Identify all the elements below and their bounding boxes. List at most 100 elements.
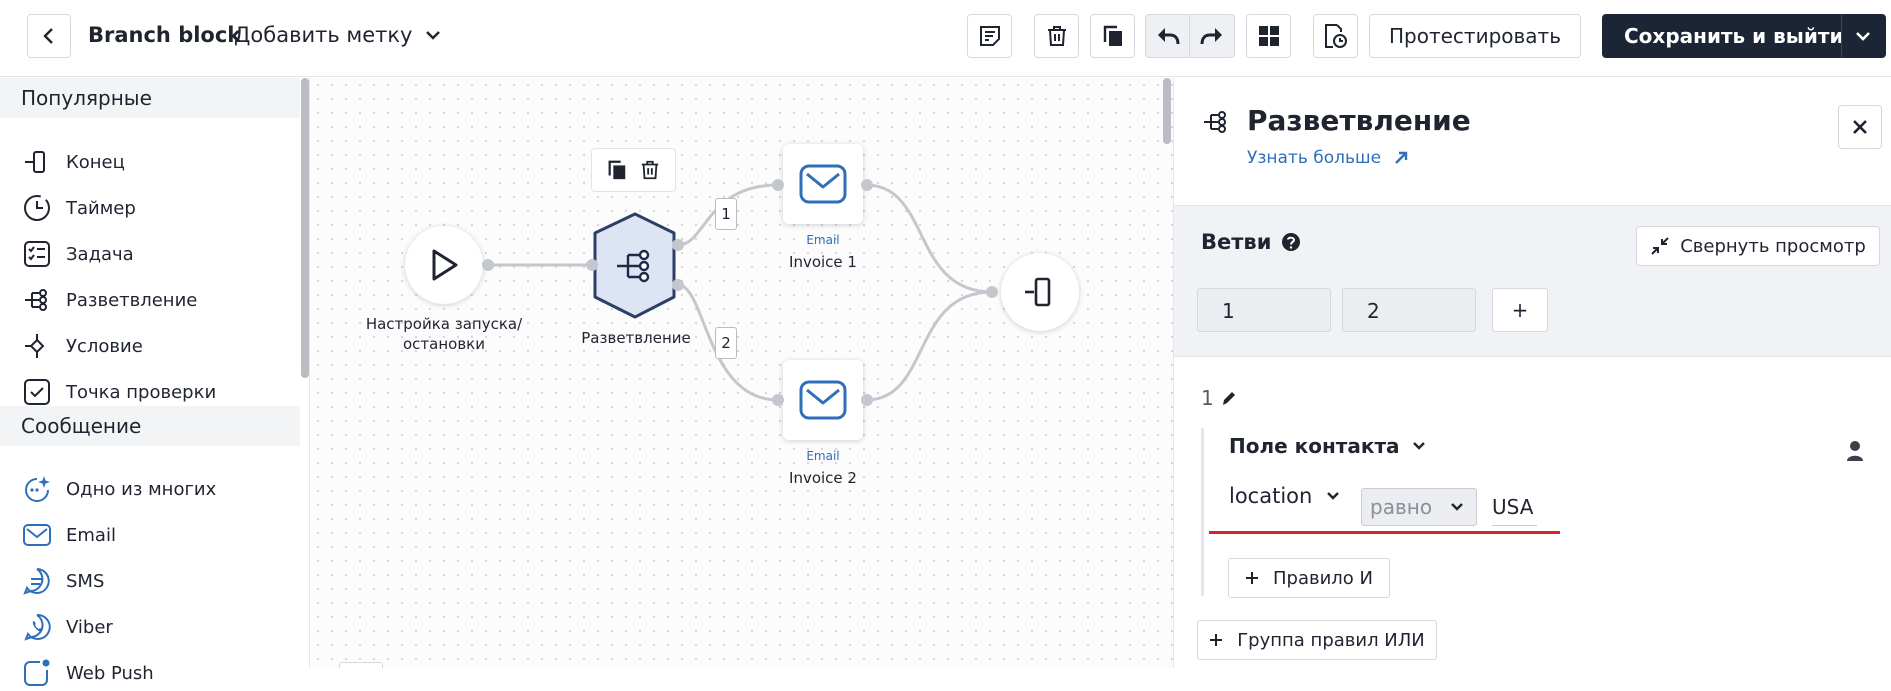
collapse-view-label: Свернуть просмотр xyxy=(1680,235,1866,257)
palette-item-checkpoint[interactable]: Точка проверки xyxy=(22,374,216,410)
branches-title-text: Ветви xyxy=(1201,230,1272,254)
task-icon xyxy=(22,239,52,269)
chevron-down-icon xyxy=(1327,492,1340,500)
operator-value: равно xyxy=(1370,495,1433,519)
palette-item-one-of-many[interactable]: Одно из многих xyxy=(22,471,216,507)
branch-output-port-1[interactable] xyxy=(672,239,684,251)
add-label-dropdown[interactable]: Добавить метку xyxy=(234,20,441,50)
node-type-label: Email xyxy=(806,233,840,247)
test-button[interactable]: Протестировать xyxy=(1369,14,1581,58)
edge-label-2[interactable]: 2 xyxy=(715,327,737,359)
start-stop-node[interactable] xyxy=(405,226,483,304)
branch-node[interactable] xyxy=(591,211,681,321)
pencil-icon[interactable] xyxy=(1220,389,1236,407)
back-button[interactable] xyxy=(27,14,71,58)
workflow-canvas[interactable]: Настройка запуска/остановки Разветвление… xyxy=(311,78,1173,668)
palette-item-branch[interactable]: Разветвление xyxy=(22,282,197,318)
add-and-rule-button[interactable]: Правило И xyxy=(1228,558,1390,598)
learn-more-text: Узнать больше xyxy=(1247,148,1382,168)
palette-item-label: SMS xyxy=(66,570,105,592)
invoice-1-output-port[interactable] xyxy=(861,179,873,191)
end-node[interactable] xyxy=(1001,253,1079,331)
palette-item-label: Условие xyxy=(66,335,143,357)
invoice-2-input-port[interactable] xyxy=(772,394,784,406)
chevron-down-icon[interactable] xyxy=(1855,29,1871,43)
palette-item-label: Разветвление xyxy=(66,289,198,311)
zoom-controls[interactable] xyxy=(339,662,383,668)
grid-layout-icon xyxy=(1258,26,1279,46)
attribute-select[interactable]: location xyxy=(1229,484,1340,508)
panel-title: Разветвление xyxy=(1247,104,1471,137)
copy-icon[interactable] xyxy=(606,159,628,181)
branch-output-port-2[interactable] xyxy=(672,279,684,291)
palette-item-end[interactable]: Конец xyxy=(22,144,125,180)
palette-item-timer[interactable]: Таймер xyxy=(22,190,136,226)
canvas-scrollbar[interactable] xyxy=(1163,78,1171,144)
undo-button[interactable] xyxy=(1145,14,1190,58)
email-node-invoice-1[interactable] xyxy=(783,144,863,224)
person-icon[interactable] xyxy=(1846,440,1864,462)
attribute-value: location xyxy=(1229,484,1313,508)
palette-item-label: Одно из многих xyxy=(66,478,217,500)
email-node-invoice-2[interactable] xyxy=(783,360,863,440)
end-input-port[interactable] xyxy=(986,286,998,298)
history-button[interactable] xyxy=(1313,14,1358,58)
collapse-icon xyxy=(1651,237,1669,255)
palette-item-label: Web Push xyxy=(66,662,154,684)
branches-title: Ветви xyxy=(1201,230,1301,254)
add-label-text: Добавить метку xyxy=(234,23,413,47)
auto-layout-button[interactable] xyxy=(1246,14,1291,58)
contact-field-dropdown[interactable]: Поле контакта xyxy=(1229,434,1426,458)
copy-icon xyxy=(1103,25,1122,46)
add-or-group-button[interactable]: Группа правил ИЛИ xyxy=(1197,620,1437,660)
save-and-exit-button[interactable]: Сохранить и выйти xyxy=(1602,14,1886,58)
invoice-2-output-port[interactable] xyxy=(861,394,873,406)
branch-input-port[interactable] xyxy=(586,259,598,271)
rule-value-input[interactable]: USA xyxy=(1492,488,1538,526)
start-output-port[interactable] xyxy=(482,259,494,271)
palette-item-sms[interactable]: SMS xyxy=(22,563,104,599)
save-divider xyxy=(1841,14,1842,58)
add-or-group-label: Группа правил ИЛИ xyxy=(1237,629,1425,651)
palette-item-task[interactable]: Задача xyxy=(22,236,134,272)
operator-select[interactable]: равно xyxy=(1361,488,1477,526)
add-branch-button[interactable]: + xyxy=(1492,288,1548,332)
palette-item-label: Email xyxy=(66,524,116,546)
notes-button[interactable] xyxy=(967,14,1012,58)
external-link-icon xyxy=(1395,151,1408,164)
palette-item-email[interactable]: Email xyxy=(22,517,116,553)
section-message: Сообщение xyxy=(0,406,300,446)
help-icon[interactable] xyxy=(1281,232,1301,252)
collapse-view-button[interactable]: Свернуть просмотр xyxy=(1636,226,1880,266)
branch-tab-1[interactable]: 1 xyxy=(1197,288,1331,332)
node-toolbar xyxy=(591,148,676,192)
delete-button[interactable] xyxy=(1034,14,1079,58)
redo-icon xyxy=(1200,28,1222,45)
palette-item-viber[interactable]: Viber xyxy=(22,609,113,645)
chevron-down-icon xyxy=(1412,442,1425,450)
palette-item-condition[interactable]: Условие xyxy=(22,328,143,364)
branch-tab-2[interactable]: 2 xyxy=(1342,288,1476,332)
sidebar-scrollbar[interactable] xyxy=(301,78,309,378)
copy-button[interactable] xyxy=(1090,14,1135,58)
branches-section: Ветви Свернуть просмотр 1 2 + xyxy=(1174,205,1891,357)
branch-icon xyxy=(1204,111,1226,133)
chevron-down-icon xyxy=(1451,503,1463,511)
redo-button[interactable] xyxy=(1190,14,1235,58)
node-type-label: Email xyxy=(806,449,840,463)
timer-icon xyxy=(22,193,52,223)
palette-item-label: Таймер xyxy=(66,197,136,219)
add-and-rule-label: Правило И xyxy=(1272,567,1373,589)
edge-label-1[interactable]: 1 xyxy=(715,198,737,230)
invoice-1-input-port[interactable] xyxy=(772,179,784,191)
branch-icon xyxy=(22,285,52,315)
palette-item-web-push[interactable]: Web Push xyxy=(22,655,154,691)
close-panel-button[interactable] xyxy=(1838,105,1882,149)
properties-panel: Разветвление Узнать больше Ветви Свернут… xyxy=(1173,78,1891,668)
rule-group-border xyxy=(1201,428,1204,596)
block-palette-sidebar: Популярные Конец Таймер Задача Разветвле… xyxy=(0,78,310,686)
branch-number-text: 1 xyxy=(1201,386,1214,410)
palette-item-label: Viber xyxy=(66,616,113,638)
trash-icon[interactable] xyxy=(639,159,661,181)
learn-more-link[interactable]: Узнать больше xyxy=(1247,148,1409,168)
